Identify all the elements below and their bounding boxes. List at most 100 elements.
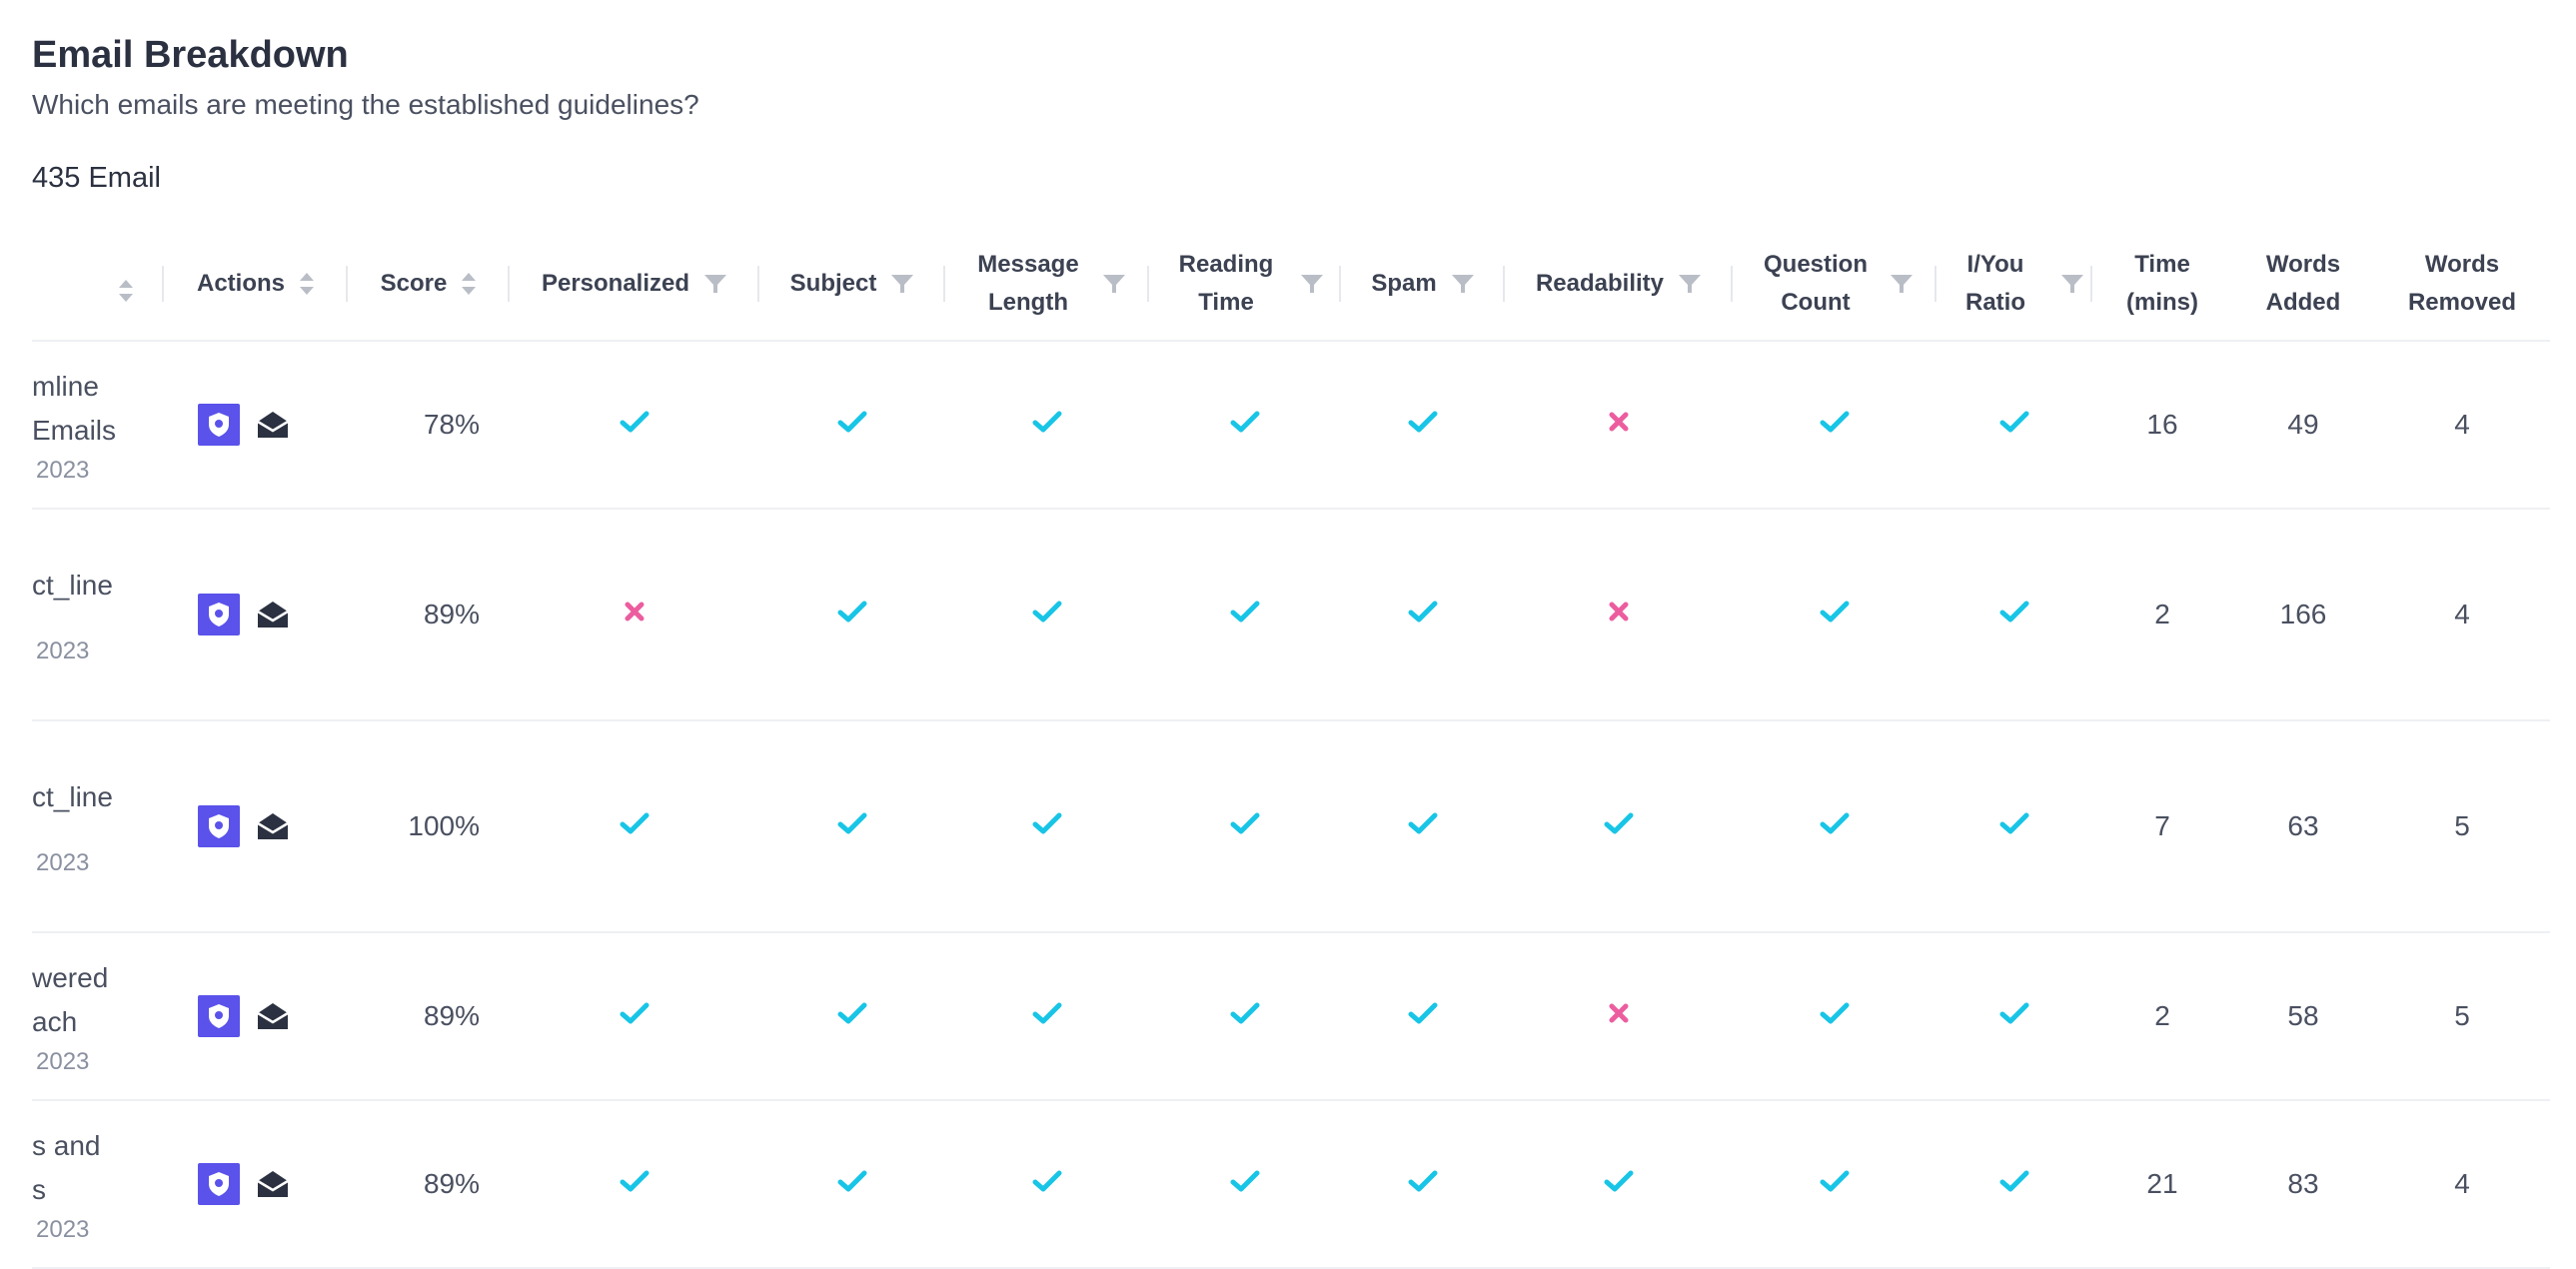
col-header-reading-time[interactable]: Reading Time xyxy=(1149,228,1341,342)
col-header-label: Personalized xyxy=(541,270,690,297)
score-cell: 78% xyxy=(348,341,510,510)
check-icon xyxy=(620,810,649,841)
actions-group xyxy=(198,593,290,635)
check-icon xyxy=(1999,810,2029,841)
email-name-line: wered xyxy=(32,962,109,993)
reading-time-cell xyxy=(1149,932,1341,1101)
score-cell: 100% xyxy=(348,720,510,933)
sort-icon[interactable] xyxy=(118,278,134,304)
check-icon xyxy=(1408,1000,1438,1031)
email-date: 2023 xyxy=(36,1216,90,1243)
time-mins-cell: 16 xyxy=(2092,341,2232,510)
col-header-label: Words Removed xyxy=(2407,251,2517,316)
check-icon xyxy=(1999,1000,2029,1031)
table-row[interactable]: s and s 2023 89% 21 83 4 xyxy=(32,1100,2550,1269)
reading-time-cell xyxy=(1149,1100,1341,1269)
col-header-i-you-ratio[interactable]: I/You Ratio xyxy=(1936,228,2092,342)
filter-icon[interactable] xyxy=(2060,273,2084,295)
open-envelope-icon[interactable] xyxy=(256,1167,290,1201)
check-icon xyxy=(837,1168,867,1199)
check-icon xyxy=(1230,1000,1260,1031)
filter-icon[interactable] xyxy=(1890,273,1914,295)
time-mins-cell: 7 xyxy=(2092,720,2232,933)
filter-icon[interactable] xyxy=(1451,273,1475,295)
readability-cell xyxy=(1505,720,1733,933)
sort-icon[interactable] xyxy=(461,271,477,297)
score-cell: 89% xyxy=(348,932,510,1101)
table-row[interactable]: wered ach 2023 89% 2 58 5 xyxy=(32,932,2550,1101)
email-date: 2023 xyxy=(36,849,90,876)
col-header-words-added[interactable]: Words Added xyxy=(2232,228,2374,342)
personalized-cell xyxy=(510,932,759,1101)
check-icon xyxy=(1032,409,1062,440)
col-header-name[interactable] xyxy=(32,228,164,342)
i-you-ratio-cell xyxy=(1936,341,2092,510)
check-icon xyxy=(837,409,867,440)
check-icon xyxy=(1999,1168,2029,1199)
filter-icon[interactable] xyxy=(890,273,914,295)
email-name-line: ach xyxy=(32,1006,78,1037)
open-envelope-icon[interactable] xyxy=(256,408,290,442)
words-added-cell: 83 xyxy=(2232,1100,2374,1269)
filter-icon[interactable] xyxy=(1300,273,1324,295)
email-table: Actions Score Personalized Subject Message L… xyxy=(32,228,2550,1269)
email-name-cell[interactable]: s and s 2023 xyxy=(32,1100,164,1269)
message-length-cell xyxy=(945,720,1149,933)
shield-icon[interactable] xyxy=(198,804,240,847)
shield-icon[interactable] xyxy=(198,403,240,446)
col-header-content: Words Removed xyxy=(2407,246,2517,322)
email-name-cell[interactable]: mline Emails 2023 xyxy=(32,341,164,510)
actions-cell xyxy=(164,341,348,510)
col-header-label: Subject xyxy=(789,270,877,297)
table-row[interactable]: ct_line 2023 89% 2 166 4 xyxy=(32,509,2550,721)
reading-time-cell xyxy=(1149,341,1341,510)
shield-icon[interactable] xyxy=(198,1162,240,1205)
check-icon xyxy=(1032,1000,1062,1031)
table-row[interactable]: ct_line 2023 100% 7 63 5 xyxy=(32,720,2550,933)
check-icon xyxy=(1999,599,2029,630)
col-header-content xyxy=(104,278,134,304)
header-row: Actions Score Personalized Subject Message L… xyxy=(32,228,2550,342)
col-header-readability[interactable]: Readability xyxy=(1505,228,1733,342)
col-header-content: Personalized xyxy=(542,265,727,303)
filter-icon[interactable] xyxy=(1102,273,1126,295)
col-header-spam[interactable]: Spam xyxy=(1341,228,1505,342)
col-header-subject[interactable]: Subject xyxy=(759,228,945,342)
col-header-personalized[interactable]: Personalized xyxy=(510,228,759,342)
cross-icon xyxy=(1607,1000,1631,1031)
email-name-line: ct_line xyxy=(32,570,113,601)
page-title: Email Breakdown xyxy=(32,34,349,76)
col-header-content: Spam xyxy=(1371,265,1474,303)
email-name-cell[interactable]: ct_line 2023 xyxy=(32,509,164,721)
actions-cell xyxy=(164,720,348,933)
table-row[interactable]: mline Emails 2023 78% 16 49 4 xyxy=(32,341,2550,510)
sort-icon[interactable] xyxy=(299,271,315,297)
email-name-cell[interactable]: wered ach 2023 xyxy=(32,932,164,1101)
filter-icon[interactable] xyxy=(1678,273,1702,295)
i-you-ratio-cell xyxy=(1936,509,2092,721)
email-name-cell[interactable]: ct_line 2023 xyxy=(32,720,164,933)
shield-icon[interactable] xyxy=(198,593,240,635)
check-icon xyxy=(1230,1168,1260,1199)
open-envelope-icon[interactable] xyxy=(256,598,290,632)
col-header-message-length[interactable]: Message Length xyxy=(945,228,1149,342)
col-header-actions[interactable]: Actions xyxy=(164,228,348,342)
actions-cell xyxy=(164,1100,348,1269)
spam-cell xyxy=(1341,509,1505,721)
col-header-time-mins[interactable]: Time (mins) xyxy=(2092,228,2232,342)
cross-icon xyxy=(1607,599,1631,630)
time-mins-cell: 2 xyxy=(2092,509,2232,721)
col-header-label: Actions xyxy=(196,270,285,297)
shield-icon[interactable] xyxy=(198,994,240,1037)
col-header-content: Question Count xyxy=(1756,246,1914,322)
open-envelope-icon[interactable] xyxy=(256,999,290,1033)
readability-cell xyxy=(1505,341,1733,510)
open-envelope-icon[interactable] xyxy=(256,809,290,843)
filter-icon[interactable] xyxy=(703,273,727,295)
i-you-ratio-cell xyxy=(1936,1100,2092,1269)
col-header-words-removed[interactable]: Words Removed xyxy=(2374,228,2550,342)
col-header-score[interactable]: Score xyxy=(348,228,510,342)
question-count-cell xyxy=(1733,932,1936,1101)
reading-time-cell xyxy=(1149,509,1341,721)
col-header-question-count[interactable]: Question Count xyxy=(1733,228,1936,342)
